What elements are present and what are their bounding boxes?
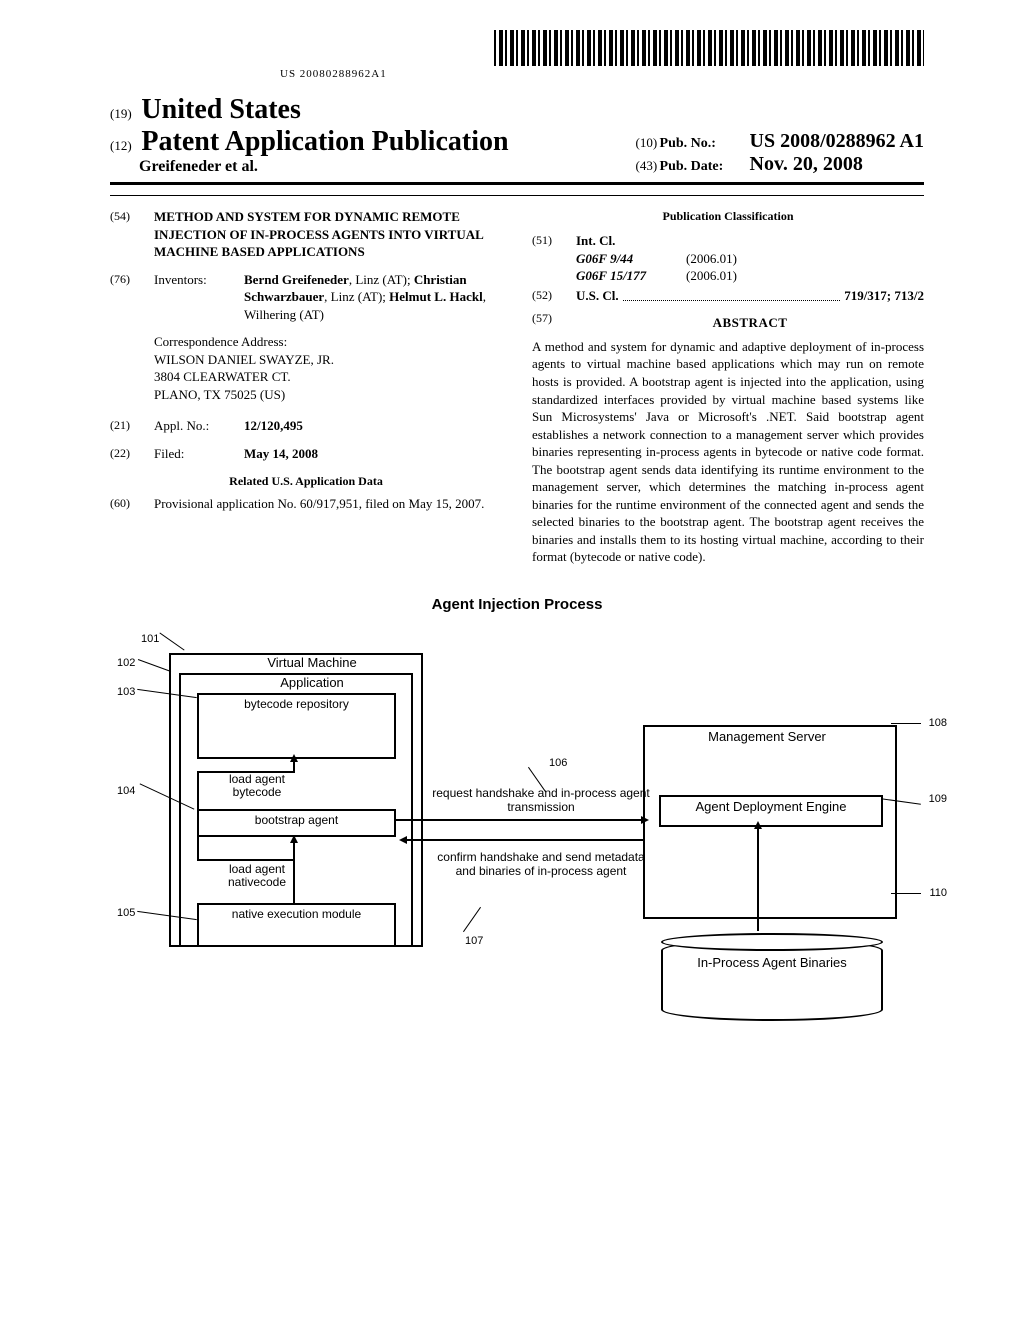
- related-text: Provisional application No. 60/917,951, …: [154, 495, 502, 513]
- intcl-2-code: G06F 15/177: [576, 267, 686, 285]
- db-lid: [661, 933, 883, 951]
- line-native-down: [293, 859, 295, 903]
- code-19: (19): [110, 106, 132, 121]
- label-request: request handshake and in-process agent t…: [431, 787, 651, 815]
- code-76: (76): [110, 271, 154, 324]
- line-load-native-v1: [197, 833, 199, 859]
- box-agent-deployment-engine: Agent Deployment Engine: [659, 795, 883, 827]
- leader-107: [463, 907, 481, 932]
- callout-107: 107: [465, 935, 483, 947]
- code-54: (54): [110, 208, 154, 261]
- code-60: (60): [110, 495, 154, 513]
- callout-101: 101: [141, 633, 159, 645]
- correspondence-addr2: PLANO, TX 75025 (US): [154, 386, 502, 404]
- inventor-2-loc: , Linz (AT);: [324, 289, 389, 304]
- top-left: (19) United States (12) Patent Applicati…: [110, 94, 509, 176]
- callout-102: 102: [117, 657, 135, 669]
- pubno: US 2008/0288962 A1: [750, 130, 924, 153]
- line-load-byte-h: [197, 771, 295, 773]
- invention-title: METHOD AND SYSTEM FOR DYNAMIC REMOTE INJ…: [154, 208, 502, 261]
- biblio-columns: (54) METHOD AND SYSTEM FOR DYNAMIC REMOT…: [110, 208, 924, 566]
- arrow-native-up: [293, 839, 295, 859]
- abstract-text: A method and system for dynamic and adap…: [532, 338, 924, 566]
- pubdate: Nov. 20, 2008: [750, 153, 863, 176]
- correspondence-label: Correspondence Address:: [154, 333, 502, 351]
- barcode-number: US 20080288962A1: [110, 68, 924, 80]
- filed-date: May 14, 2008: [244, 446, 318, 461]
- patent-page: US 20080288962A1 (19) United States (12)…: [0, 0, 1024, 1109]
- applno-label: Appl. No.:: [154, 417, 244, 435]
- leader-108: [891, 723, 921, 724]
- barcode-icon: [494, 30, 924, 66]
- line-load-byte-v: [197, 771, 199, 809]
- leader-102: [138, 659, 171, 672]
- arrow-engine-db: [757, 825, 759, 931]
- correspondence-name: WILSON DANIEL SWAYZE, JR.: [154, 351, 502, 369]
- db-in-process-agent-binaries: In-Process Agent Binaries: [661, 939, 883, 1021]
- filed-label: Filed:: [154, 445, 244, 463]
- inventor-1-loc: , Linz (AT);: [349, 272, 414, 287]
- rule-thin: [110, 195, 924, 196]
- intcl-2-year: (2006.01): [686, 267, 737, 285]
- intcl-1-code: G06F 9/44: [576, 250, 686, 268]
- uscl-value: 719/317; 713/2: [844, 287, 924, 305]
- code-12: (12): [110, 138, 132, 153]
- callout-106: 106: [549, 757, 567, 769]
- right-column: Publication Classification (51) Int. Cl.…: [532, 208, 924, 566]
- left-column: (54) METHOD AND SYSTEM FOR DYNAMIC REMOT…: [110, 208, 502, 566]
- inventors: Bernd Greifeneder, Linz (AT); Christian …: [244, 271, 502, 324]
- box-native-module: native execution module: [197, 903, 396, 947]
- callout-110: 110: [929, 887, 947, 899]
- code-43: (43): [636, 158, 660, 174]
- code-51: (51): [532, 232, 576, 285]
- callout-103: 103: [117, 686, 135, 698]
- correspondence-addr1: 3804 CLEARWATER CT.: [154, 368, 502, 386]
- top-header: (19) United States (12) Patent Applicati…: [110, 94, 924, 176]
- inventor-1: Bernd Greifeneder: [244, 272, 349, 287]
- code-57: (57): [532, 310, 576, 336]
- abstract-head: ABSTRACT: [576, 314, 924, 332]
- intcl-1-year: (2006.01): [686, 250, 737, 268]
- intcl-label: Int. Cl.: [576, 233, 615, 248]
- label-application: Application: [247, 675, 377, 690]
- code-52: (52): [532, 287, 576, 305]
- label-management-server: Management Server: [677, 729, 857, 744]
- label-load-bytecode: load agent bytecode: [217, 773, 297, 799]
- figure-title: Agent Injection Process: [110, 596, 924, 613]
- top-right: (10) Pub. No.: US 2008/0288962 A1 (43) P…: [636, 130, 924, 176]
- callout-109: 109: [929, 793, 947, 805]
- pubno-label: Pub. No.:: [660, 136, 750, 152]
- barcode-area: US 20080288962A1: [110, 30, 924, 80]
- line-load-native-h: [197, 859, 295, 861]
- uscl-label: U.S. Cl.: [576, 287, 619, 305]
- pubdate-label: Pub. Date:: [660, 159, 750, 175]
- code-22: (22): [110, 445, 154, 463]
- callout-105: 105: [117, 907, 135, 919]
- code-21: (21): [110, 417, 154, 435]
- callout-104: 104: [117, 785, 135, 797]
- uscl-dots: [623, 287, 841, 302]
- pub-class-head: Publication Classification: [532, 208, 924, 224]
- authors-line: Greifeneder et al.: [110, 158, 509, 176]
- leader-110: [891, 893, 921, 894]
- callout-108: 108: [929, 717, 947, 729]
- related-head: Related U.S. Application Data: [110, 473, 502, 489]
- figure-diagram: Virtual Machine Application bytecode rep…: [117, 629, 917, 1069]
- correspondence: Correspondence Address: WILSON DANIEL SW…: [154, 333, 502, 403]
- rule-thick: [110, 182, 924, 185]
- inventor-3: Helmut L. Hackl: [389, 289, 483, 304]
- arrow-repo-up: [293, 758, 295, 771]
- leader-101: [159, 633, 184, 651]
- arrow-request: [395, 819, 645, 821]
- country: United States: [141, 94, 300, 125]
- applno: 12/120,495: [244, 418, 303, 433]
- label-confirm: confirm handshake and send metadata and …: [431, 851, 651, 879]
- code-10: (10): [636, 135, 660, 151]
- label-load-native: load agent nativecode: [217, 863, 297, 889]
- arrow-confirm: [403, 839, 645, 841]
- label-virtual-machine: Virtual Machine: [247, 655, 377, 670]
- publication-label: Patent Application Publication: [141, 126, 508, 157]
- inventors-label: Inventors:: [154, 271, 244, 324]
